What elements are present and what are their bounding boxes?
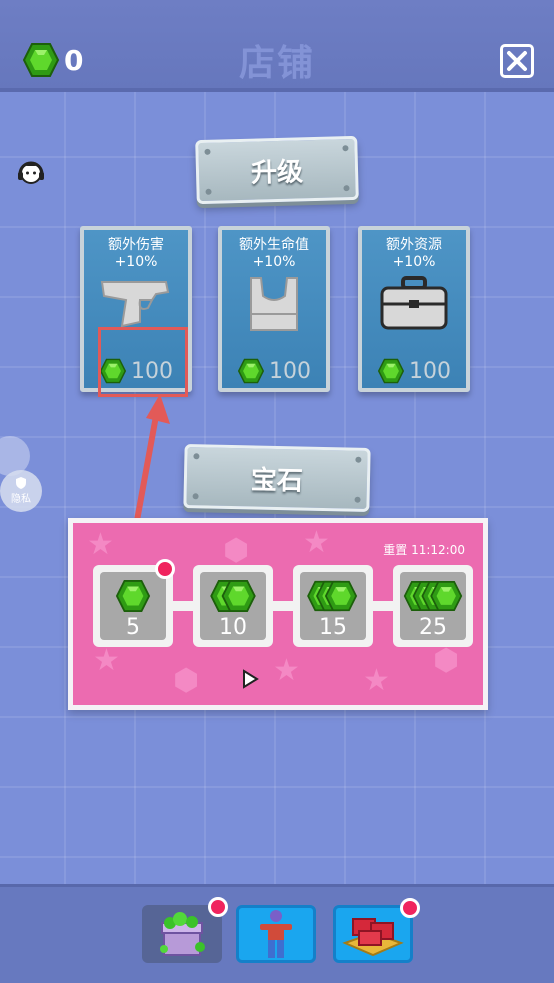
upgrade-banner: 升级 — [195, 135, 359, 205]
rivet — [342, 145, 349, 152]
gem-reward-15[interactable]: 15 — [293, 565, 373, 647]
tab-character[interactable] — [236, 905, 316, 963]
toolbox-icon — [362, 270, 466, 338]
customer-support-icon[interactable] — [14, 156, 48, 190]
green-gem-icon — [210, 579, 256, 612]
top-bar: 0 店铺 — [0, 0, 554, 92]
green-gem-icon — [115, 579, 151, 612]
reward-track: 5 10 15 25 — [93, 559, 473, 647]
reward-amount: 15 — [319, 615, 347, 640]
close-icon — [507, 51, 527, 71]
character-icon — [260, 910, 292, 958]
close-button[interactable] — [500, 44, 534, 78]
reward-inner: 15 — [300, 572, 366, 640]
rivet — [192, 493, 199, 500]
gem-rewards-panel: ★ ⬢ ★ ★ ⬢ ★ ★ ⬢ 重置 11:12:00 5 10 15 25 — [68, 518, 488, 710]
gem-reward-25[interactable]: 25 — [393, 565, 473, 647]
upgrade-name: 额外生命值 — [239, 237, 309, 253]
vest-icon — [222, 270, 326, 338]
rivet — [343, 185, 350, 192]
shield-icon — [16, 477, 26, 489]
reward-amount: 5 — [126, 615, 140, 640]
gem-stack-icon — [209, 576, 257, 615]
rivet — [204, 148, 211, 155]
rivet — [205, 188, 212, 195]
cursor-icon — [243, 669, 259, 689]
gem-chest-icon — [160, 912, 205, 956]
page-title: 店铺 — [238, 43, 315, 84]
green-gem-icon — [403, 580, 463, 611]
gem-stack-icon — [403, 576, 463, 615]
upgrade-name: 额外伤害 — [108, 237, 164, 253]
upgrade-bonus: +10% — [392, 254, 436, 270]
upgrade-bonus: +10% — [252, 254, 296, 270]
bottom-tab-bar — [0, 884, 554, 983]
gem-reward-10[interactable]: 10 — [193, 565, 273, 647]
reward-inner: 25 — [400, 572, 466, 640]
green-gem-icon — [238, 358, 264, 384]
tutorial-arrow-icon — [133, 394, 170, 529]
gem-banner: 宝石 — [183, 444, 371, 512]
notification-dot — [155, 559, 175, 579]
tab-weapons[interactable] — [333, 898, 420, 963]
price-value: 100 — [409, 358, 451, 384]
rivet — [193, 453, 200, 460]
reward-inner: 5 — [100, 572, 166, 640]
gem-stack-icon — [115, 576, 151, 615]
notification-dot — [208, 897, 228, 917]
upgrade-title: 升级 — [250, 156, 304, 189]
gem-reward-5[interactable]: 5 — [93, 559, 175, 647]
upgrade-price: 100 — [362, 358, 466, 384]
upgrade-price: 100 — [222, 358, 326, 384]
privacy-label: 隐私 — [11, 494, 31, 505]
green-gem-icon — [307, 580, 358, 611]
upgrade-bonus: +10% — [114, 254, 158, 270]
tab-gem-chest[interactable] — [142, 897, 228, 963]
reward-amount: 25 — [419, 615, 447, 640]
upgrade-name: 额外资源 — [386, 237, 442, 253]
reward-amount: 10 — [219, 615, 247, 640]
green-gem-icon — [378, 358, 404, 384]
upgrade-card-resources[interactable]: 额外资源 +10% 100 — [358, 226, 470, 392]
gem-title: 宝石 — [250, 464, 304, 497]
weapon-crate-icon — [342, 918, 404, 957]
reward-inner: 10 — [200, 572, 266, 640]
gem-stack-icon — [306, 576, 360, 615]
reset-timer: 重置 11:12:00 — [383, 543, 465, 557]
notification-dot — [400, 898, 420, 918]
rivet — [354, 496, 361, 503]
rivet — [355, 456, 362, 463]
price-value: 100 — [269, 358, 311, 384]
privacy-button[interactable]: 隐私 — [0, 470, 42, 512]
upgrade-card-health[interactable]: 额外生命值 +10% 100 — [218, 226, 330, 392]
tutorial-highlight-box — [98, 327, 188, 397]
